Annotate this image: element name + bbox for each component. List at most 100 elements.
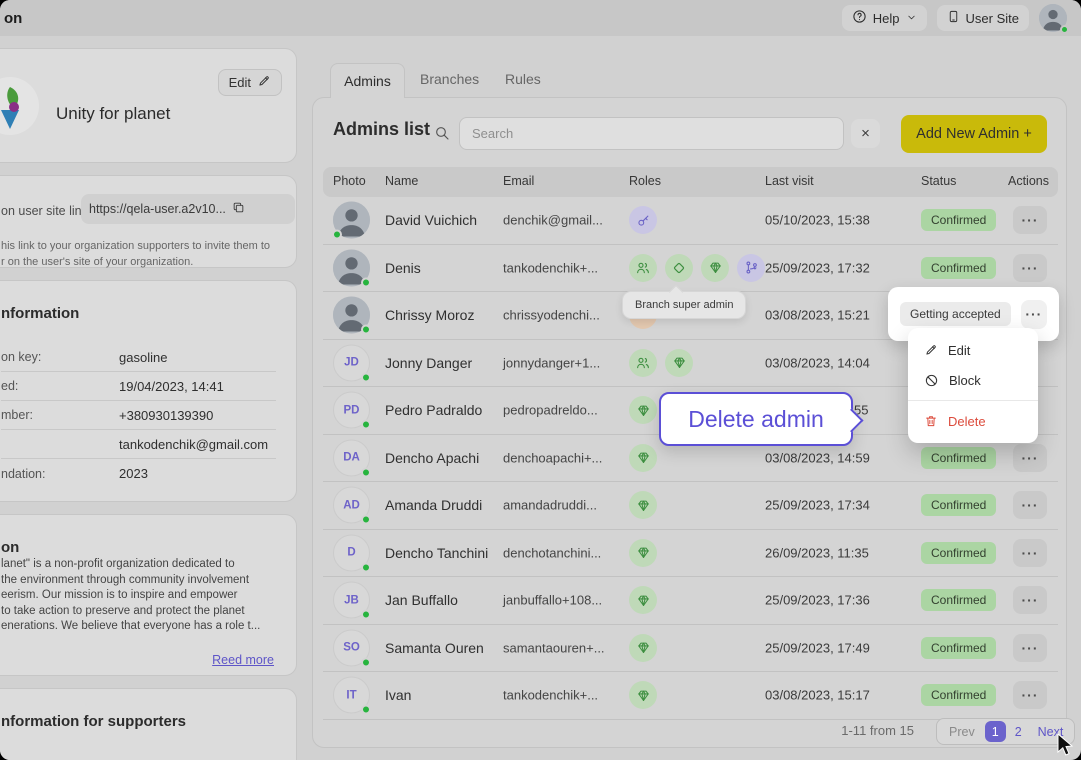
users-icon bbox=[629, 254, 657, 282]
tab-admins[interactable]: Admins bbox=[330, 63, 405, 98]
pencil-icon bbox=[924, 343, 938, 357]
status-badge: Confirmed bbox=[921, 637, 996, 659]
table-row[interactable]: D Dencho Tanchini denchotanchini... 26/0… bbox=[323, 530, 1058, 578]
site-link-help: his link to your organization supporters… bbox=[1, 238, 270, 270]
user-site-button[interactable]: User Site bbox=[937, 5, 1029, 31]
add-new-admin-button[interactable]: Add New Admin + bbox=[901, 115, 1047, 153]
key-icon bbox=[629, 206, 657, 234]
pencil-icon bbox=[257, 74, 271, 91]
pagination-page-1[interactable]: 1 bbox=[985, 721, 1006, 742]
admin-name: Samanta Ouren bbox=[385, 640, 484, 656]
admin-email: chrissyodenchi... bbox=[503, 308, 600, 323]
row-actions-button[interactable]: ··· bbox=[1013, 444, 1047, 472]
info-label: on key: bbox=[1, 350, 119, 364]
pagination: Prev 1 2 Next bbox=[936, 718, 1075, 745]
account-avatar[interactable] bbox=[1039, 4, 1067, 32]
pagination-prev[interactable]: Prev bbox=[941, 725, 983, 739]
admin-name: David Vuichich bbox=[385, 212, 477, 228]
table-row[interactable]: Denis tankodenchik+... 25/09/2023, 17:32… bbox=[323, 245, 1058, 293]
app-logo-text: on bbox=[4, 10, 22, 27]
admin-name: Chrissy Moroz bbox=[385, 307, 474, 323]
gem-icon bbox=[629, 491, 657, 519]
admin-name: Pedro Padraldo bbox=[385, 402, 482, 418]
online-dot bbox=[361, 325, 371, 335]
gem-icon bbox=[629, 586, 657, 614]
admin-status: Confirmed bbox=[921, 639, 996, 657]
supporters-card: nformation for supporters bbox=[0, 688, 297, 760]
user-site-button-label: User Site bbox=[966, 11, 1019, 26]
description-card: on lanet" is a non-profit organization d… bbox=[0, 514, 297, 676]
role-tooltip: Branch super admin bbox=[622, 291, 746, 319]
topbar: on Help User Site bbox=[0, 0, 1081, 36]
row-actions-button[interactable]: ··· bbox=[1013, 539, 1047, 567]
admin-last-visit: 03/08/2023, 14:59 bbox=[765, 450, 870, 465]
copy-icon[interactable] bbox=[232, 201, 245, 217]
online-dot bbox=[361, 562, 371, 572]
search-clear-button[interactable]: × bbox=[851, 119, 880, 148]
row-actions-button[interactable]: ··· bbox=[1013, 586, 1047, 614]
admin-avatar: AD bbox=[333, 487, 370, 524]
org-logo bbox=[0, 77, 39, 135]
status-badge: Confirmed bbox=[921, 447, 996, 469]
table-row[interactable]: JB Jan Buffallo janbuffallo+108... 25/09… bbox=[323, 577, 1058, 625]
table-row[interactable]: SO Samanta Ouren samantaouren+... 25/09/… bbox=[323, 625, 1058, 673]
admin-roles bbox=[629, 349, 693, 377]
menu-item-edit[interactable]: Edit bbox=[908, 335, 1038, 365]
menu-item-delete[interactable]: Delete bbox=[908, 406, 1038, 436]
tab-rules[interactable]: Rules bbox=[505, 71, 541, 87]
admin-email: denchoapachi+... bbox=[503, 450, 602, 465]
org-card: Unity for planet Edit bbox=[0, 48, 297, 163]
menu-item-block[interactable]: Block bbox=[908, 365, 1038, 395]
search-input[interactable] bbox=[459, 117, 844, 150]
table-row[interactable]: David Vuichich denchik@gmail... 05/10/20… bbox=[323, 197, 1058, 245]
org-title: Unity for planet bbox=[56, 104, 170, 124]
delete-admin-callout: Delete admin bbox=[659, 392, 853, 446]
row-actions-button[interactable]: ··· bbox=[1013, 491, 1047, 519]
read-more-link[interactable]: Reed more bbox=[212, 653, 274, 667]
column-header-actions: Actions bbox=[1008, 174, 1049, 188]
tab-admins-label: Admins bbox=[344, 73, 391, 89]
row-actions-button[interactable]: ··· bbox=[1013, 681, 1047, 709]
menu-item-label: Delete bbox=[948, 414, 986, 429]
admin-avatar bbox=[333, 249, 370, 286]
row-actions-button[interactable]: ··· bbox=[1021, 300, 1047, 329]
online-dot bbox=[361, 657, 371, 667]
admin-avatar: D bbox=[333, 534, 370, 571]
info-row: tankodenchik@gmail.com bbox=[1, 430, 276, 459]
tab-branches[interactable]: Branches bbox=[420, 71, 479, 87]
info-card: nformation on key:gasolineed:19/04/2023,… bbox=[0, 280, 297, 502]
description-text: lanet" is a non-profit organization dedi… bbox=[1, 557, 260, 635]
search-icon bbox=[434, 125, 450, 146]
status-badge: Confirmed bbox=[921, 209, 996, 231]
pagination-page-2[interactable]: 2 bbox=[1008, 725, 1029, 739]
admin-status: Confirmed bbox=[921, 211, 996, 229]
info-value: tankodenchik@gmail.com bbox=[119, 437, 268, 452]
org-edit-button[interactable]: Edit bbox=[218, 69, 282, 96]
admin-avatar bbox=[333, 297, 370, 334]
admin-email: denchik@gmail... bbox=[503, 213, 603, 228]
online-dot bbox=[332, 230, 342, 240]
admin-status: Confirmed bbox=[921, 496, 996, 514]
admin-last-visit: 26/09/2023, 11:35 bbox=[765, 545, 869, 560]
admin-name: Ivan bbox=[385, 687, 411, 703]
column-header-last-visit: Last visit bbox=[765, 174, 814, 188]
admin-avatar bbox=[333, 202, 370, 239]
photo-avatar bbox=[333, 297, 370, 334]
table-row[interactable]: AD Amanda Druddi amandadruddi... 25/09/2… bbox=[323, 482, 1058, 530]
admin-last-visit: 25/09/2023, 17:49 bbox=[765, 640, 870, 655]
row-actions-button[interactable]: ··· bbox=[1013, 254, 1047, 282]
column-header-roles: Roles bbox=[629, 174, 661, 188]
admin-name: Denis bbox=[385, 260, 421, 276]
org-edit-label: Edit bbox=[229, 75, 251, 90]
row-actions-button[interactable]: ··· bbox=[1013, 634, 1047, 662]
admin-roles bbox=[629, 254, 765, 282]
table-row[interactable]: IT Ivan tankodenchik+... 03/08/2023, 15:… bbox=[323, 672, 1058, 720]
admin-last-visit: 03/08/2023, 15:17 bbox=[765, 688, 870, 703]
row-actions-button[interactable]: ··· bbox=[1013, 206, 1047, 234]
initials-avatar: PD bbox=[333, 392, 370, 429]
site-link-card: on user site link: https://qela-user.a2v… bbox=[0, 175, 297, 268]
initials-avatar: AD bbox=[333, 487, 370, 524]
help-button[interactable]: Help bbox=[842, 5, 927, 31]
site-link-chip[interactable]: https://qela-user.a2v10... bbox=[81, 194, 295, 224]
info-rows: on key:gasolineed:19/04/2023, 14:41mber:… bbox=[1, 343, 276, 488]
